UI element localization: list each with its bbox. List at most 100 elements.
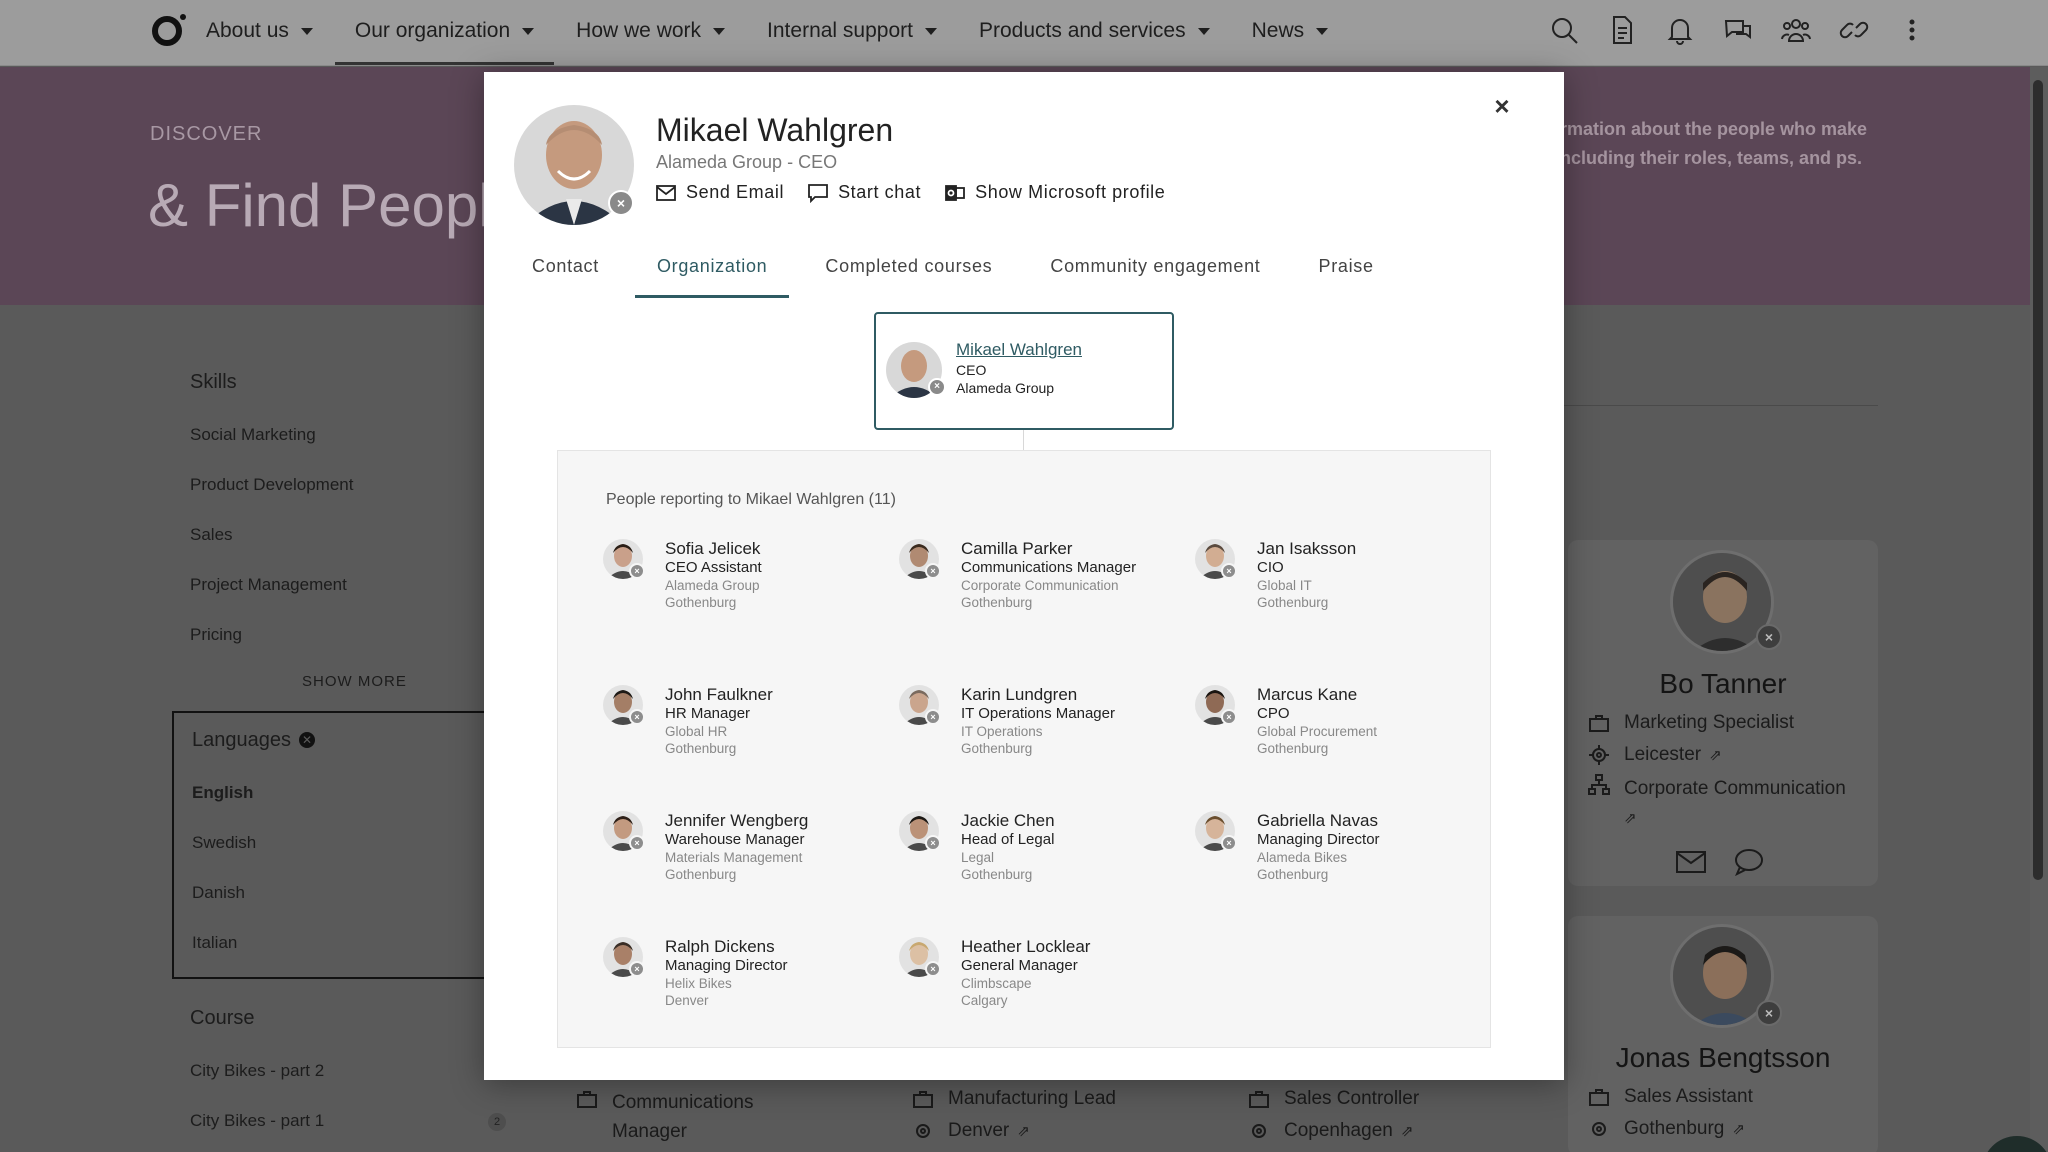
report-department: IT Operations: [961, 724, 1043, 739]
clear-filter-icon[interactable]: ✕: [298, 732, 315, 748]
card-role: Sales Controller: [1248, 1088, 1419, 1110]
scrollbar-thumb[interactable]: [2033, 80, 2043, 880]
external-link-icon: ⇗: [1400, 1123, 1414, 1140]
report-department: Helix Bikes: [665, 976, 732, 991]
tab-completed-courses[interactable]: Completed courses: [803, 242, 1014, 297]
role-text: Sales Assistant: [1624, 1086, 1753, 1107]
chevron-down-icon: [713, 27, 726, 35]
course-item[interactable]: City Bikes - part 1: [190, 1111, 324, 1131]
tab-contact[interactable]: Contact: [510, 242, 621, 297]
close-icon[interactable]: ×: [1488, 92, 1516, 120]
remove-icon[interactable]: ×: [925, 709, 941, 725]
person-card-bo-tanner[interactable]: × Bo Tanner Marketing Specialist Leicest…: [1568, 540, 1878, 886]
show-more-button[interactable]: SHOW MORE: [302, 673, 407, 690]
report-department: Global Procurement: [1257, 724, 1378, 739]
person-card-jonas-bengtsson[interactable]: × Jonas Bengtsson Sales Assistant Gothen…: [1568, 916, 1878, 1152]
people-icon[interactable]: [1778, 10, 1814, 50]
remove-icon[interactable]: ×: [1756, 624, 1782, 650]
start-chat-button[interactable]: Start chat: [808, 182, 921, 203]
remove-icon[interactable]: ×: [1221, 563, 1237, 579]
report-details: CIO Global IT Gothenburg: [1257, 559, 1457, 611]
nav-menu: About us Our organization How we work In…: [206, 0, 1370, 65]
tab-organization[interactable]: Organization: [634, 242, 790, 298]
remove-icon[interactable]: ×: [1221, 835, 1237, 851]
nav-item-our-organization[interactable]: Our organization: [334, 0, 555, 65]
profile-actions: Send Email Start chat Show Microsoft pro…: [656, 182, 1165, 203]
role-text: Communications Manager: [612, 1092, 754, 1142]
logo-icon[interactable]: [152, 14, 186, 46]
report-name: Karin Lundgren: [961, 685, 1078, 704]
bell-icon[interactable]: [1662, 10, 1698, 50]
link-icon[interactable]: [1836, 10, 1872, 50]
profile-subtitle: Alameda Group - CEO: [656, 152, 838, 172]
nav-item-how-we-work[interactable]: How we work: [576, 0, 745, 62]
org-root-card[interactable]: × Mikael Wahlgren CEO Alameda Group: [874, 312, 1174, 430]
person-location[interactable]: Leicester ⇗: [1588, 744, 1722, 766]
report-title: Managing Director: [1257, 831, 1380, 848]
skill-item[interactable]: Product Development: [190, 475, 353, 495]
language-item[interactable]: Danish: [192, 883, 245, 903]
root-person-link[interactable]: Mikael Wahlgren: [956, 340, 1082, 360]
course-count-badge: 2: [488, 1113, 506, 1131]
remove-icon[interactable]: ×: [925, 961, 941, 977]
remove-icon[interactable]: ×: [629, 835, 645, 851]
more-icon[interactable]: [1894, 10, 1930, 50]
document-icon[interactable]: [1604, 10, 1640, 50]
skills-heading: Skills: [190, 371, 237, 393]
person-location[interactable]: Gothenburg ⇗: [1588, 1118, 1745, 1140]
tab-community-engagement[interactable]: Community engagement: [1028, 242, 1282, 297]
remove-icon[interactable]: ×: [608, 190, 634, 216]
chat-icon[interactable]: [1720, 10, 1756, 50]
language-item[interactable]: Italian: [192, 933, 237, 953]
nav-item-news[interactable]: News: [1252, 0, 1349, 62]
skill-item[interactable]: Pricing: [190, 625, 242, 645]
profile-tabs: Contact Organization Completed courses C…: [510, 242, 1410, 298]
report-name: Camilla Parker: [961, 539, 1073, 558]
remove-icon[interactable]: ×: [928, 378, 946, 396]
role-text: Marketing Specialist: [1624, 712, 1795, 733]
search-icon[interactable]: [1546, 10, 1582, 50]
nav-item-about-us[interactable]: About us: [206, 0, 333, 62]
chevron-down-icon: [924, 27, 937, 35]
card-location[interactable]: Denver ⇗: [912, 1120, 1030, 1142]
remove-icon[interactable]: ×: [925, 563, 941, 579]
remove-icon[interactable]: ×: [629, 961, 645, 977]
language-item-selected[interactable]: English: [192, 783, 253, 803]
person-name: Jonas Bengtsson: [1615, 1042, 1831, 1073]
root-person-org: Alameda Group: [956, 380, 1055, 396]
person-name: Bo Tanner: [1659, 668, 1787, 699]
remove-icon[interactable]: ×: [1221, 709, 1237, 725]
remove-icon[interactable]: ×: [1756, 1000, 1782, 1026]
chevron-down-icon: [1316, 27, 1329, 35]
email-icon[interactable]: [1676, 850, 1706, 879]
nav-item-products-and-services[interactable]: Products and services: [979, 0, 1230, 62]
report-department: Materials Management: [665, 850, 803, 865]
tab-praise[interactable]: Praise: [1297, 242, 1396, 297]
card-location[interactable]: Copenhagen ⇗: [1248, 1120, 1413, 1142]
show-microsoft-profile-button[interactable]: Show Microsoft profile: [945, 182, 1165, 203]
nav-item-internal-support[interactable]: Internal support: [767, 0, 957, 62]
report-name: Jackie Chen: [961, 811, 1055, 830]
report-location: Gothenburg: [1257, 867, 1329, 882]
skill-item[interactable]: Project Management: [190, 575, 347, 595]
report-name: Jan Isaksson: [1257, 539, 1357, 558]
report-details: IT Operations Manager IT Operations Gothen…: [961, 705, 1161, 757]
send-email-button[interactable]: Send Email: [656, 182, 784, 203]
remove-icon[interactable]: ×: [629, 563, 645, 579]
language-item[interactable]: Swedish: [192, 833, 256, 853]
location-icon: [1588, 744, 1610, 766]
report-title: IT Operations Manager: [961, 705, 1115, 722]
skill-item[interactable]: Social Marketing: [190, 425, 316, 445]
role-text: Manufacturing Lead: [948, 1088, 1116, 1109]
remove-icon[interactable]: ×: [925, 835, 941, 851]
briefcase-icon: [1588, 1086, 1610, 1108]
report-title: CIO: [1257, 559, 1284, 576]
nav-label: Internal support: [767, 19, 913, 42]
org-chart-icon: [1588, 774, 1610, 796]
person-department[interactable]: Corporate Communication ⇗: [1588, 774, 1858, 833]
course-item[interactable]: City Bikes - part 2: [190, 1061, 324, 1081]
skill-item[interactable]: Sales: [190, 525, 233, 545]
chat-icon[interactable]: [1734, 848, 1764, 881]
remove-icon[interactable]: ×: [629, 709, 645, 725]
person-role: Sales Assistant: [1588, 1086, 1753, 1108]
